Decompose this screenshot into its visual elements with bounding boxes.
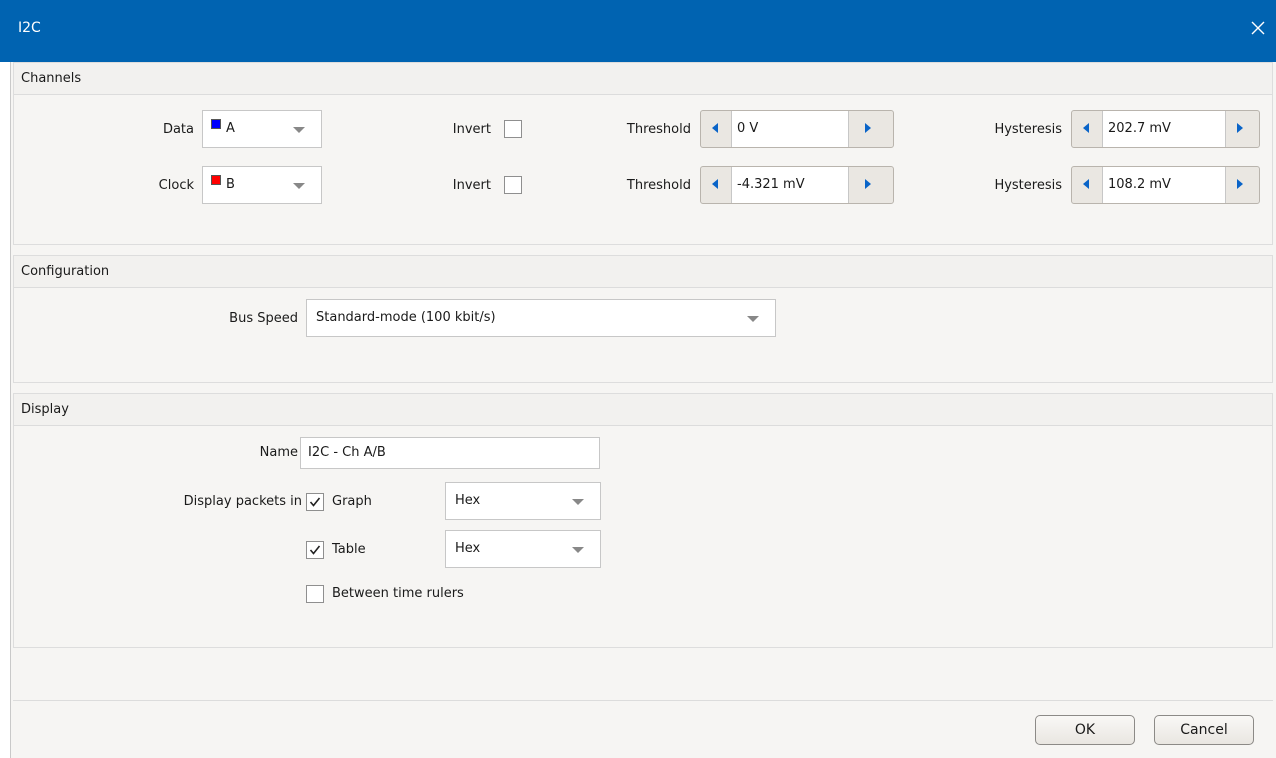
increment-button[interactable] xyxy=(849,111,893,147)
decrement-button[interactable] xyxy=(701,111,731,147)
clock-label: Clock xyxy=(158,178,194,193)
arrow-right-icon xyxy=(865,123,871,133)
increment-button[interactable] xyxy=(1225,111,1259,147)
increment-button[interactable] xyxy=(1225,167,1259,203)
close-icon[interactable] xyxy=(1246,16,1270,40)
table-format-value: Hex xyxy=(455,541,481,556)
clock-threshold-value: -4.321 mV xyxy=(737,177,805,192)
data-channel-value: A xyxy=(226,121,235,136)
clock-invert-checkbox[interactable] xyxy=(504,176,522,194)
clock-hysteresis-field[interactable]: 108.2 mV xyxy=(1102,167,1226,203)
bus-speed-value: Standard-mode (100 kbit/s) xyxy=(316,310,496,325)
bus-speed-label: Bus Speed xyxy=(229,311,298,326)
arrow-right-icon xyxy=(1237,179,1243,189)
decrement-button[interactable] xyxy=(701,167,731,203)
chevron-down-icon xyxy=(572,547,584,553)
channels-group: Channels Data A Invert Threshold 0 V Hys… xyxy=(13,62,1273,245)
data-invert-label: Invert xyxy=(452,122,491,137)
name-value: I2C - Ch A/B xyxy=(308,445,386,460)
name-field[interactable]: I2C - Ch A/B xyxy=(300,437,600,469)
data-threshold-field[interactable]: 0 V xyxy=(731,111,849,147)
data-channel-select[interactable]: A xyxy=(202,110,322,148)
display-group: Display Name I2C - Ch A/B Display packet… xyxy=(13,393,1273,648)
chevron-down-icon xyxy=(293,127,305,133)
clock-hysteresis-label: Hysteresis xyxy=(994,178,1062,193)
title-bar: I2C xyxy=(0,0,1276,62)
chevron-down-icon xyxy=(572,499,584,505)
between-time-rulers-label: Between time rulers xyxy=(332,586,464,601)
window-title: I2C xyxy=(18,20,41,36)
data-threshold-spinner: 0 V xyxy=(700,110,894,148)
between-time-rulers-checkbox[interactable] xyxy=(306,585,324,603)
data-hysteresis-field[interactable]: 202.7 mV xyxy=(1102,111,1226,147)
dialog-client-area: Channels Data A Invert Threshold 0 V Hys… xyxy=(10,62,1276,758)
data-threshold-value: 0 V xyxy=(737,121,759,136)
clock-threshold-spinner: -4.321 mV xyxy=(700,166,894,204)
configuration-group: Configuration Bus Speed Standard-mode (1… xyxy=(13,255,1273,383)
data-label: Data xyxy=(162,122,194,137)
chevron-down-icon xyxy=(293,183,305,189)
chevron-down-icon xyxy=(747,316,759,322)
clock-threshold-label: Threshold xyxy=(626,178,691,193)
increment-button[interactable] xyxy=(849,167,893,203)
ok-button[interactable]: OK xyxy=(1035,715,1135,745)
data-threshold-label: Threshold xyxy=(626,122,691,137)
channels-header: Channels xyxy=(14,63,1272,95)
checkmark-icon xyxy=(309,545,321,555)
graph-label: Graph xyxy=(332,494,372,509)
graph-format-select[interactable]: Hex xyxy=(445,482,601,520)
clock-threshold-field[interactable]: -4.321 mV xyxy=(731,167,849,203)
channel-b-color-swatch xyxy=(211,175,221,185)
clock-channel-value: B xyxy=(226,177,235,192)
decrement-button[interactable] xyxy=(1072,167,1102,203)
arrow-left-icon xyxy=(1083,123,1089,133)
table-label: Table xyxy=(332,542,366,557)
cancel-button[interactable]: Cancel xyxy=(1154,715,1254,745)
graph-checkbox[interactable] xyxy=(306,493,324,511)
arrow-right-icon xyxy=(1237,123,1243,133)
clock-invert-label: Invert xyxy=(452,178,491,193)
table-format-select[interactable]: Hex xyxy=(445,530,601,568)
arrow-left-icon xyxy=(1083,179,1089,189)
arrow-left-icon xyxy=(712,179,718,189)
arrow-left-icon xyxy=(712,123,718,133)
clock-hysteresis-spinner: 108.2 mV xyxy=(1071,166,1260,204)
decrement-button[interactable] xyxy=(1072,111,1102,147)
configuration-header: Configuration xyxy=(14,256,1272,288)
graph-format-value: Hex xyxy=(455,493,481,508)
data-hysteresis-value: 202.7 mV xyxy=(1108,121,1171,136)
data-invert-checkbox[interactable] xyxy=(504,120,522,138)
channel-a-color-swatch xyxy=(211,119,221,129)
display-packets-label: Display packets in xyxy=(183,494,302,509)
data-hysteresis-spinner: 202.7 mV xyxy=(1071,110,1260,148)
display-header: Display xyxy=(14,394,1272,426)
arrow-right-icon xyxy=(865,179,871,189)
name-label: Name xyxy=(259,445,298,460)
clock-hysteresis-value: 108.2 mV xyxy=(1108,177,1171,192)
clock-channel-select[interactable]: B xyxy=(202,166,322,204)
bus-speed-select[interactable]: Standard-mode (100 kbit/s) xyxy=(306,299,776,337)
checkmark-icon xyxy=(309,497,321,507)
data-hysteresis-label: Hysteresis xyxy=(994,122,1062,137)
table-checkbox[interactable] xyxy=(306,541,324,559)
